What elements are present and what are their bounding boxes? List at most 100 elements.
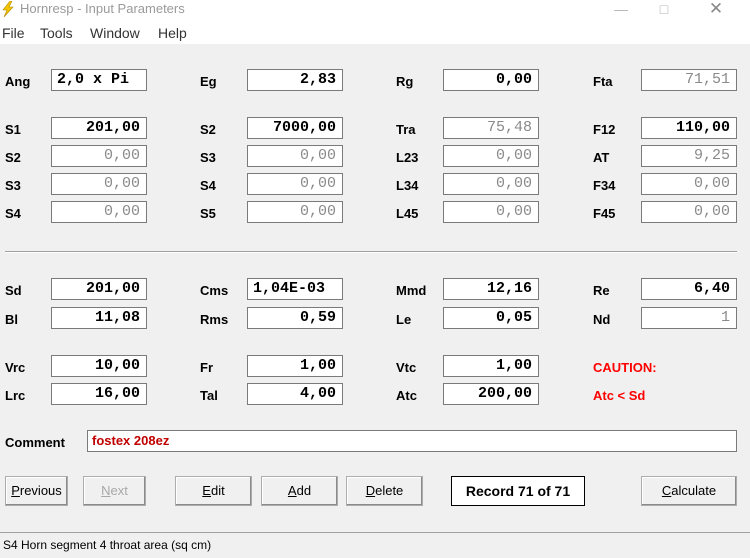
field-l45[interactable]: 0,00 xyxy=(443,201,539,223)
label-s2: S2 xyxy=(5,150,21,165)
maximize-button[interactable]: □ xyxy=(644,0,684,22)
label-l45: L45 xyxy=(396,206,419,221)
status-bar: S4 Horn segment 4 throat area (sq cm) xyxy=(0,532,750,558)
field-fr[interactable]: 1,00 xyxy=(247,355,343,377)
field-le[interactable]: 0,05 xyxy=(443,307,539,329)
field-nd[interactable]: 1 xyxy=(641,307,737,329)
field-s5[interactable]: 0,00 xyxy=(247,201,343,223)
label-fta: Fta xyxy=(593,74,613,89)
label-re: Re xyxy=(593,283,610,298)
menu-bar: File Tools Window Help xyxy=(0,22,750,44)
label-le: Le xyxy=(396,312,412,327)
add-label: dd xyxy=(296,483,312,498)
label-bl: Bl xyxy=(5,312,18,327)
field-atc[interactable]: 200,00 xyxy=(443,383,539,405)
field-mmd[interactable]: 12,16 xyxy=(443,278,539,300)
edit-label: dit xyxy=(210,483,225,498)
field-ang[interactable]: 2,0 x Pi xyxy=(51,69,147,91)
record-indicator: Record 71 of 71 xyxy=(451,476,585,506)
field-f45[interactable]: 0,00 xyxy=(641,201,737,223)
field-s2-col2[interactable]: 7000,00 xyxy=(247,117,343,139)
label-s3: S3 xyxy=(5,178,21,193)
field-eg[interactable]: 2,83 xyxy=(247,69,343,91)
label-nd: Nd xyxy=(593,312,611,327)
label-s1: S1 xyxy=(5,122,21,137)
field-s4-col2[interactable]: 0,00 xyxy=(247,173,343,195)
label-f12: F12 xyxy=(593,122,616,137)
add-button[interactable]: Add xyxy=(261,476,338,506)
label-cms: Cms xyxy=(200,283,229,298)
minimize-button[interactable]: — xyxy=(601,0,641,22)
lightning-bolt-icon xyxy=(2,1,14,17)
field-f12[interactable]: 110,00 xyxy=(641,117,737,139)
label-l34: L34 xyxy=(396,178,419,193)
edit-accel: E xyxy=(202,483,211,498)
calculate-button[interactable]: Calculate xyxy=(641,476,737,506)
next-accel: N xyxy=(101,483,111,498)
field-bl[interactable]: 11,08 xyxy=(51,307,147,329)
label-comment: Comment xyxy=(5,435,65,450)
label-fr: Fr xyxy=(200,360,213,375)
section-divider xyxy=(5,251,737,253)
comment-field[interactable]: fostex 208ez xyxy=(87,430,737,452)
calculate-label: alculate xyxy=(671,483,717,498)
label-ang: Ang xyxy=(5,74,31,89)
edit-button[interactable]: Edit xyxy=(175,476,252,506)
field-lrc[interactable]: 16,00 xyxy=(51,383,147,405)
field-s3[interactable]: 0,00 xyxy=(51,173,147,195)
close-button[interactable]: ✕ xyxy=(696,0,736,22)
field-s4[interactable]: 0,00 xyxy=(51,201,147,223)
label-s5: S5 xyxy=(200,206,216,221)
field-s3-col2[interactable]: 0,00 xyxy=(247,145,343,167)
label-s2-col2: S2 xyxy=(200,122,216,137)
label-vtc: Vtc xyxy=(396,360,417,375)
field-l34[interactable]: 0,00 xyxy=(443,173,539,195)
window-title: Hornresp - Input Parameters xyxy=(20,1,185,16)
previous-button[interactable]: Previous xyxy=(5,476,68,506)
label-mmd: Mmd xyxy=(396,283,427,298)
field-f34[interactable]: 0,00 xyxy=(641,173,737,195)
delete-button[interactable]: Delete xyxy=(346,476,423,506)
previous-accel: P xyxy=(11,483,20,498)
label-lrc: Lrc xyxy=(5,388,26,403)
field-l23[interactable]: 0,00 xyxy=(443,145,539,167)
field-vtc[interactable]: 1,00 xyxy=(443,355,539,377)
label-rg: Rg xyxy=(396,74,414,89)
next-label: ext xyxy=(110,483,128,498)
previous-label: revious xyxy=(19,483,62,498)
label-at: AT xyxy=(593,150,610,165)
field-re[interactable]: 6,40 xyxy=(641,278,737,300)
field-at: 9,25 xyxy=(641,145,737,167)
label-s4-col2: S4 xyxy=(200,178,216,193)
label-vrc: Vrc xyxy=(5,360,26,375)
field-tra: 75,48 xyxy=(443,117,539,139)
label-sd: Sd xyxy=(5,283,22,298)
title-bar: Hornresp - Input Parameters — □ ✕ xyxy=(0,0,750,22)
status-text: S4 Horn segment 4 throat area (sq cm) xyxy=(3,538,212,552)
field-rms[interactable]: 0,59 xyxy=(247,307,343,329)
label-eg: Eg xyxy=(200,74,217,89)
label-s4: S4 xyxy=(5,206,21,221)
field-s1[interactable]: 201,00 xyxy=(51,117,147,139)
label-rms: Rms xyxy=(200,312,229,327)
label-f34: F34 xyxy=(593,178,616,193)
label-f45: F45 xyxy=(593,206,616,221)
field-vrc[interactable]: 10,00 xyxy=(51,355,147,377)
field-rg[interactable]: 0,00 xyxy=(443,69,539,91)
label-atc: Atc xyxy=(396,388,417,403)
field-tal[interactable]: 4,00 xyxy=(247,383,343,405)
field-cms[interactable]: 1,04E-03 xyxy=(247,278,343,300)
field-sd[interactable]: 201,00 xyxy=(51,278,147,300)
delete-label: elete xyxy=(375,483,404,498)
menu-help[interactable]: Help xyxy=(158,25,187,41)
menu-file[interactable]: File xyxy=(2,25,25,41)
label-tra: Tra xyxy=(396,122,416,137)
label-l23: L23 xyxy=(396,150,419,165)
caution-message: Atc < Sd xyxy=(593,388,646,403)
field-s2[interactable]: 0,00 xyxy=(51,145,147,167)
calculate-accel: C xyxy=(661,483,672,498)
add-accel: A xyxy=(287,483,297,498)
menu-window[interactable]: Window xyxy=(90,25,140,41)
next-button[interactable]: Next xyxy=(83,476,146,506)
menu-tools[interactable]: Tools xyxy=(40,25,73,41)
